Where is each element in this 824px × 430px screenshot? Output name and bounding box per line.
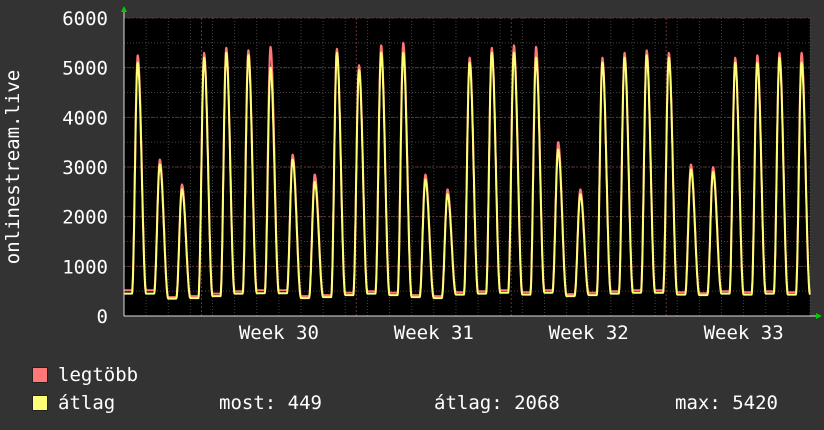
x-axis-arrow-icon: [816, 313, 822, 319]
y-tick-label: 2000: [62, 207, 108, 229]
legtobb-swatch: [32, 367, 48, 383]
y-tick-label: 3000: [62, 157, 108, 179]
x-tick-label: Week 30: [239, 322, 319, 344]
y-axis-arrow-icon: [121, 6, 127, 12]
y-tick-labels: 0 1000 2000 3000 4000 5000 6000: [62, 8, 108, 328]
x-tick-label: Week 33: [704, 322, 784, 344]
y-tick-label: 5000: [62, 58, 108, 80]
y-axis-label: onlinestream.live: [2, 70, 24, 264]
atlag-swatch: [32, 395, 48, 411]
y-tick-label: 6000: [62, 8, 108, 30]
stat-most: most: 449: [219, 392, 322, 414]
y-tick-label: 4000: [62, 107, 108, 129]
legend-label-atlag: átlag: [58, 392, 116, 414]
chart-panel: 0 1000 2000 3000 4000 5000 6000 Week 30 Week 31…: [0, 0, 824, 430]
y-tick-label: 1000: [62, 256, 108, 278]
x-tick-label: Week 31: [394, 322, 474, 344]
x-tick-label: Week 32: [549, 322, 629, 344]
x-tick-labels: Week 30 Week 31 Week 32 Week 33: [239, 322, 784, 344]
stat-max: max: 5420: [675, 392, 778, 414]
legend-label-legtobb: legtöbb: [58, 364, 139, 386]
stat-atlag: átlag: 2068: [434, 392, 560, 414]
y-tick-label: 0: [97, 306, 108, 328]
